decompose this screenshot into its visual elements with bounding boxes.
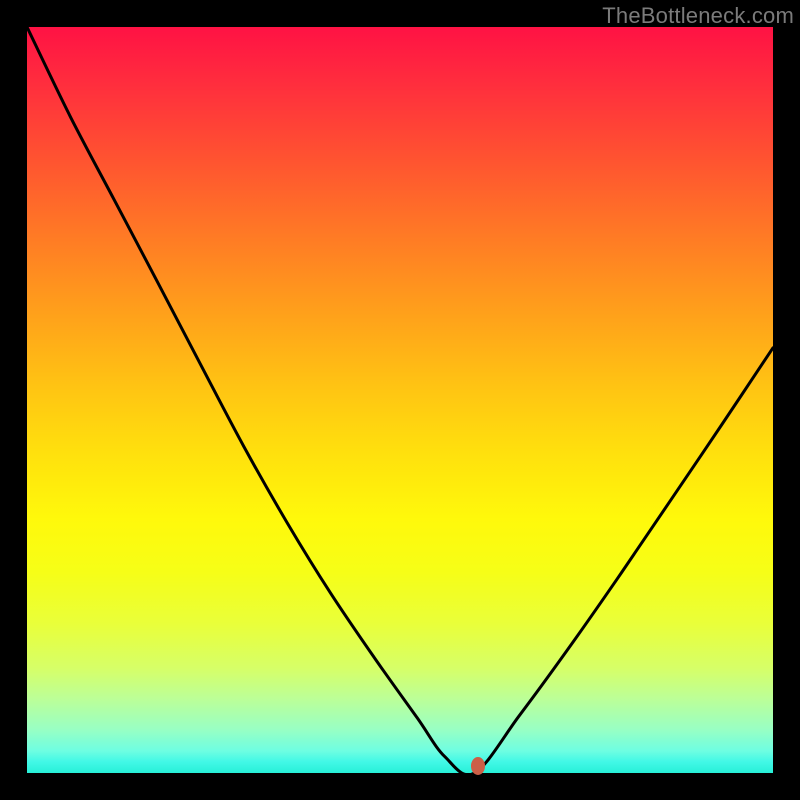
minimum-marker: [471, 757, 485, 775]
watermark-text: TheBottleneck.com: [602, 3, 794, 29]
bottleneck-curve: [27, 27, 773, 773]
chart-stage: TheBottleneck.com: [0, 0, 800, 800]
